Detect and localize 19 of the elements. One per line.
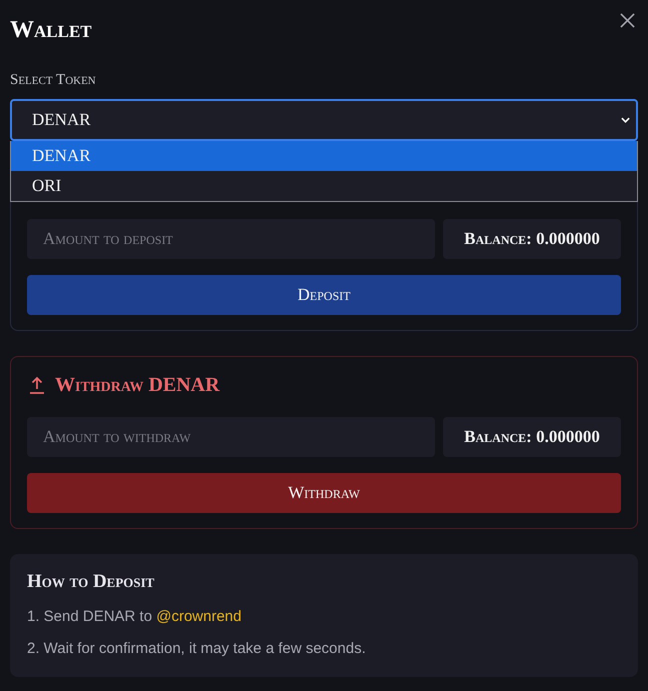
- withdraw-button[interactable]: Withdraw: [27, 473, 621, 513]
- deposit-button[interactable]: Deposit: [27, 275, 621, 315]
- dropdown-option[interactable]: DENAR: [11, 141, 637, 171]
- instruction-step: 1. Send DENAR to @crownrend: [27, 607, 621, 627]
- balance-label: Balance: 0.000000: [443, 417, 621, 457]
- dropdown-option[interactable]: ORI: [11, 171, 637, 201]
- balance-label: Balance: 0.000000: [443, 219, 621, 259]
- amount-input[interactable]: Amount to withdraw: [27, 417, 435, 457]
- instruction-step: 2. Wait for confirmation, it may take a few seconds.: [27, 639, 621, 659]
- amount-input[interactable]: Amount to deposit: [27, 219, 435, 259]
- chevron-down-icon: [621, 117, 630, 123]
- dialog-title: Wallet: [10, 16, 92, 45]
- panel-heading: Withdraw DENAR: [55, 374, 220, 396]
- instructions-heading: How to Deposit: [27, 571, 156, 593]
- token-select[interactable]: DENAR: [10, 99, 638, 141]
- close-icon[interactable]: [620, 13, 635, 28]
- username-link[interactable]: @crownrend: [156, 608, 242, 625]
- field-label: Select Token: [10, 71, 97, 90]
- upload-icon: [29, 376, 45, 394]
